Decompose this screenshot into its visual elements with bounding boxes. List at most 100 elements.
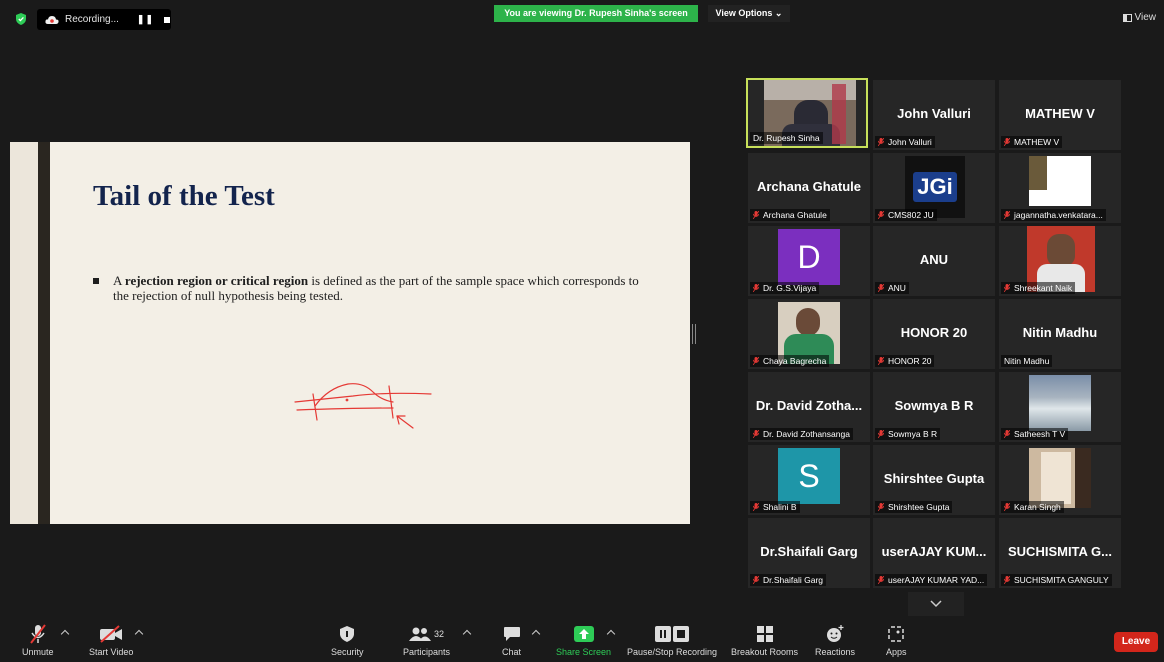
participant-display-name: Sowmya B R: [894, 398, 974, 413]
participant-tile[interactable]: Shreekant Naik: [999, 226, 1121, 296]
participant-name: Dr.Shaifali Garg: [763, 575, 823, 585]
chevron-down-icon: [930, 600, 942, 608]
chat-label: Chat: [502, 647, 522, 657]
gallery-next-page-button[interactable]: [908, 592, 964, 616]
participant-tile[interactable]: Shirshtee Gupta Shirshtee Gupta: [873, 445, 995, 515]
avatar-letter: S: [778, 448, 840, 504]
muted-mic-icon: [878, 576, 884, 584]
participant-name: userAJAY KUMAR YAD...: [888, 575, 985, 585]
participant-tile[interactable]: HONOR 20 HONOR 20: [873, 299, 995, 369]
audio-options-caret[interactable]: [60, 629, 70, 639]
participant-name: Sowmya B R: [888, 429, 938, 439]
muted-mic-icon: [878, 284, 884, 292]
slide-side-bar: [38, 142, 50, 524]
video-options-caret[interactable]: [134, 629, 144, 639]
participant-name: John Valluri: [888, 137, 932, 147]
muted-mic-icon: [1004, 576, 1010, 584]
participant-tile[interactable]: jagannatha.venkatara...: [999, 153, 1121, 223]
reactions-button[interactable]: Reactions: [815, 624, 855, 657]
participant-tile[interactable]: John Valluri John Valluri: [873, 80, 995, 150]
muted-mic-icon: [1004, 503, 1010, 511]
muted-mic-icon: [29, 624, 46, 644]
slide-title: Tail of the Test: [93, 180, 275, 212]
muted-mic-icon: [1004, 138, 1010, 146]
participant-name: Nitin Madhu: [1004, 356, 1050, 366]
participant-name: ANU: [888, 283, 906, 293]
view-button[interactable]: View: [1122, 12, 1157, 23]
video-off-icon: [100, 625, 123, 643]
slide-bullet: A rejection region or critical region is…: [93, 273, 653, 303]
shield-check-icon[interactable]: [16, 13, 26, 25]
participants-button[interactable]: 32 Participants: [403, 624, 450, 657]
participants-options-caret[interactable]: [462, 629, 472, 639]
security-button[interactable]: Security: [331, 624, 364, 657]
muted-mic-icon: [753, 503, 759, 511]
view-label: View: [1134, 12, 1157, 23]
panel-splitter-handle[interactable]: [692, 324, 696, 344]
recording-indicator: Recording... ❚❚: [37, 9, 171, 30]
participant-name: Shalini B: [763, 502, 797, 512]
avatar-letter: D: [778, 229, 840, 285]
chat-button[interactable]: Chat: [502, 624, 521, 657]
participant-tile[interactable]: userAJAY KUM... userAJAY KUMAR YAD...: [873, 518, 995, 588]
participant-name: Dr. David Zothansanga: [763, 429, 850, 439]
view-layout-icon: [1122, 13, 1132, 22]
apps-icon: [888, 626, 904, 642]
stop-recording-icon[interactable]: [164, 16, 171, 23]
muted-mic-icon: [753, 576, 759, 584]
leave-button[interactable]: Leave: [1114, 632, 1158, 652]
participant-tile[interactable]: ANU ANU: [873, 226, 995, 296]
participant-tile[interactable]: D Dr. G.S.Vijaya: [748, 226, 870, 296]
participants-icon: [409, 627, 431, 641]
unmute-button[interactable]: Unmute: [22, 624, 54, 657]
participant-photo: [1029, 375, 1091, 431]
participant-tile[interactable]: JGi CMS802 JU: [873, 153, 995, 223]
muted-mic-icon: [1004, 284, 1010, 292]
participant-tile[interactable]: Satheesh T V: [999, 372, 1121, 442]
security-label: Security: [331, 647, 364, 657]
participant-display-name: Archana Ghatule: [756, 179, 862, 194]
participant-display-name: userAJAY KUM...: [881, 544, 987, 559]
participant-tile[interactable]: MATHEW V MATHEW V: [999, 80, 1121, 150]
participant-tile[interactable]: Dr.Shaifali Garg Dr.Shaifali Garg: [748, 518, 870, 588]
pause-stop-recording-button[interactable]: Pause/Stop Recording: [627, 624, 717, 657]
participant-name: MATHEW V: [1014, 137, 1060, 147]
apps-label: Apps: [886, 647, 907, 657]
muted-mic-icon: [753, 357, 759, 365]
participant-tile[interactable]: Nitin Madhu Nitin Madhu: [999, 299, 1121, 369]
breakout-rooms-label: Breakout Rooms: [731, 647, 799, 657]
muted-mic-icon: [753, 284, 759, 292]
participant-name: CMS802 JU: [888, 210, 934, 220]
cloud-recording-icon: [45, 15, 59, 24]
start-video-button[interactable]: Start Video: [89, 624, 133, 657]
viewing-screen-banner: You are viewing Dr. Rupesh Sinha's scree…: [494, 5, 698, 22]
participant-display-name: Nitin Madhu: [1022, 325, 1098, 340]
apps-button[interactable]: Apps: [886, 624, 907, 657]
participant-name: Dr. G.S.Vijaya: [763, 283, 817, 293]
share-screen-button[interactable]: Share Screen: [556, 624, 611, 657]
shared-screen-slide: Tail of the Test A rejection region or c…: [10, 142, 690, 524]
participant-tile[interactable]: Dr. Rupesh Sinha: [746, 78, 868, 148]
bullet-square: [93, 278, 99, 284]
pause-stop-icon: [655, 626, 690, 642]
participant-tile[interactable]: SUCHISMITA G... SUCHISMITA GANGULY: [999, 518, 1121, 588]
participant-tile[interactable]: Dr. David Zotha... Dr. David Zothansanga: [748, 372, 870, 442]
participant-tile[interactable]: Chaya Bagrecha: [748, 299, 870, 369]
shield-icon: [340, 626, 355, 642]
participant-name: SUCHISMITA GANGULY: [1014, 575, 1109, 585]
participant-tile[interactable]: S Shalini B: [748, 445, 870, 515]
participant-tile[interactable]: Karan Singh: [999, 445, 1121, 515]
breakout-rooms-button[interactable]: Breakout Rooms: [731, 624, 798, 657]
participant-name: Shirshtee Gupta: [888, 502, 950, 512]
participant-tile[interactable]: Sowmya B R Sowmya B R: [873, 372, 995, 442]
unmute-label: Unmute: [22, 647, 54, 657]
share-screen-label: Share Screen: [556, 647, 612, 657]
pause-recording-icon[interactable]: ❚❚: [137, 14, 154, 25]
participant-display-name: Dr.Shaifali Garg: [760, 544, 858, 559]
chat-options-caret[interactable]: [531, 629, 541, 639]
participant-name: Archana Ghatule: [763, 210, 827, 220]
participant-tile[interactable]: Archana Ghatule Archana Ghatule: [748, 153, 870, 223]
view-options-button[interactable]: View Options ⌄: [708, 5, 790, 22]
meeting-toolbar: Unmute Start Video Security 32 Participa…: [0, 616, 1164, 662]
bullet-bold-term: rejection region or critical region: [124, 273, 309, 288]
